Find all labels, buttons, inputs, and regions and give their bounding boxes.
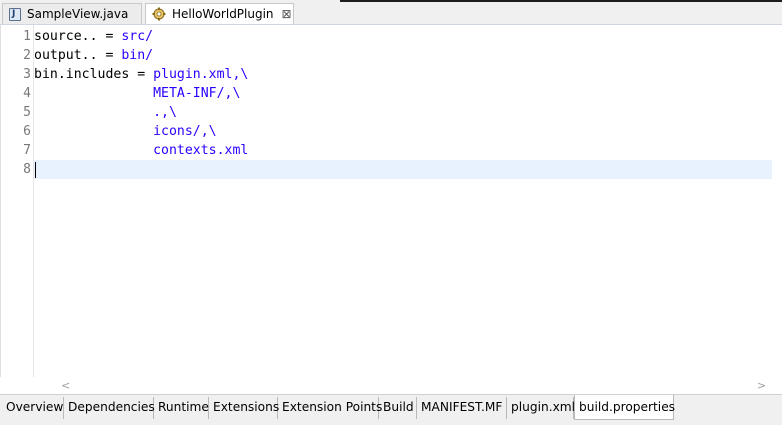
vertical-scrollbar[interactable] [772, 25, 782, 377]
line-number: 3 [23, 67, 31, 82]
line-number: 2 [23, 48, 31, 63]
tab-sampleview-java[interactable]: J SampleView.java [2, 3, 142, 24]
editor-tab-bar: J SampleView.java HelloWorldPlugin ⊠ [0, 0, 782, 25]
horizontal-scrollbar[interactable]: < > [33, 377, 772, 394]
code-area[interactable]: source.. = src/ output.. = bin/ bin.incl… [34, 25, 772, 377]
code-line: META-INF/,\ [153, 86, 241, 101]
line-number: 4 [23, 86, 31, 101]
tab-runtime[interactable]: Runtime [154, 397, 209, 419]
form-page-tabs: Overview Dependencies Runtime Extensions… [0, 394, 782, 425]
tab-label: HelloWorldPlugin [172, 7, 274, 21]
tab-manifest-mf[interactable]: MANIFEST.MF [417, 397, 507, 419]
line-number: 7 [23, 143, 31, 158]
code-line: contexts.xml [153, 143, 249, 158]
tab-plugin-xml[interactable]: plugin.xml [507, 397, 575, 419]
code-line: bin.includes = plugin.xml,\ [34, 67, 249, 82]
plugin-icon [152, 7, 166, 21]
line-number-gutter: 1 2 3 4 5 6 7 8 [14, 25, 34, 377]
text-caret [35, 162, 36, 178]
java-file-icon: J [9, 7, 21, 21]
tab-extensions[interactable]: Extensions [209, 397, 279, 419]
line-number: 6 [23, 124, 31, 139]
line-number: 8 [23, 162, 31, 177]
tab-extension-points[interactable]: Extension Points [278, 397, 382, 419]
tab-helloworldplugin[interactable]: HelloWorldPlugin ⊠ [145, 3, 294, 24]
tab-label: SampleView.java [27, 7, 129, 21]
line-number: 1 [23, 29, 31, 44]
code-line: icons/,\ [153, 124, 217, 139]
scroll-right-icon[interactable]: > [757, 377, 766, 394]
current-code-line [34, 160, 772, 179]
close-icon[interactable]: ⊠ [282, 7, 292, 21]
code-line: source.. = src/ [34, 29, 154, 44]
text-editor[interactable]: 1 2 3 4 5 6 7 8 source.. = src/ output..… [0, 25, 782, 377]
tab-overview[interactable]: Overview [2, 397, 64, 419]
tab-build-properties[interactable]: build.properties [574, 395, 675, 420]
tab-build[interactable]: Build [379, 397, 417, 419]
line-number: 5 [23, 105, 31, 120]
code-line: output.. = bin/ [34, 48, 154, 63]
tab-dependencies[interactable]: Dependencies [64, 397, 155, 419]
code-line: .,\ [153, 105, 177, 120]
scroll-left-icon[interactable]: < [61, 377, 70, 394]
